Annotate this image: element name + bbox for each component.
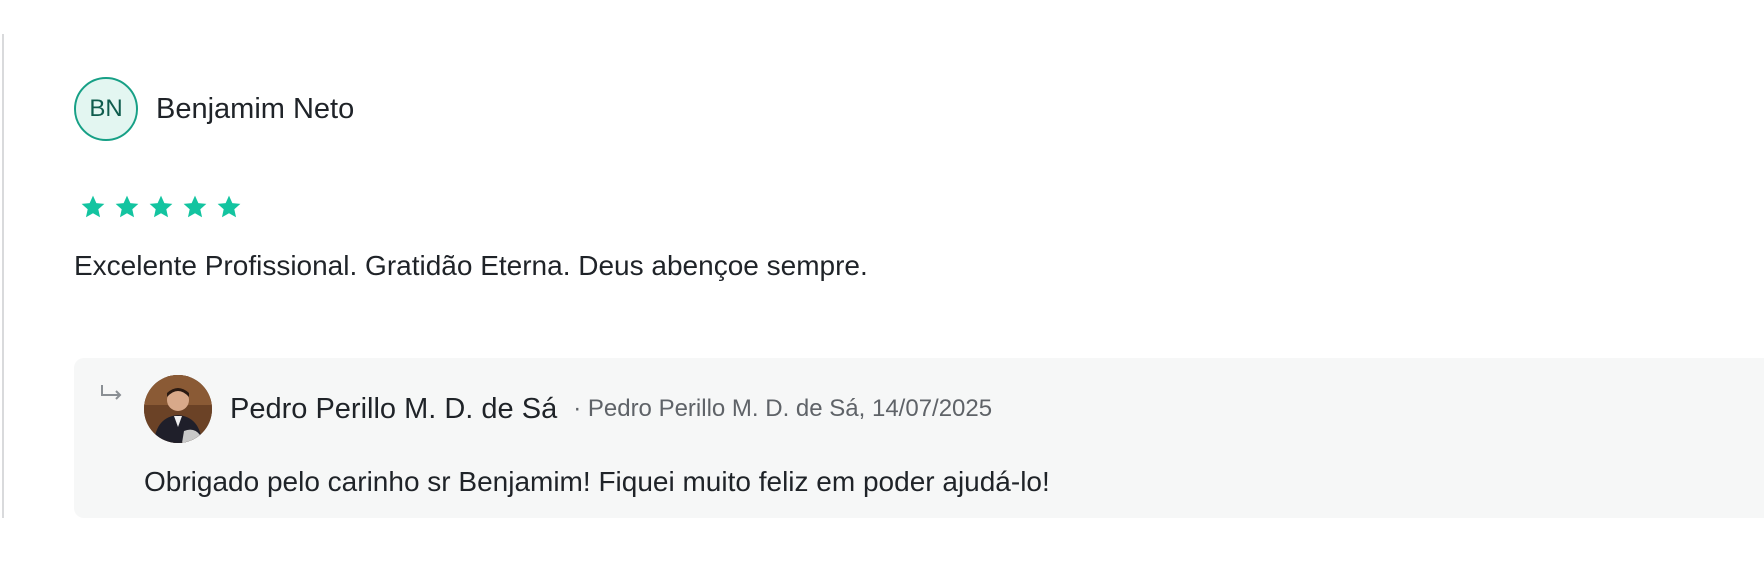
review-text: Excelente Profissional. Gratidão Eterna.… [74,250,868,281]
reply-text: Obrigado pelo carinho sr Benjamim! Fique… [144,466,1050,497]
star-icon [182,194,208,220]
star-icon [80,194,106,220]
star-rating [80,194,242,220]
reply-header: Pedro Perillo M. D. de Sá · Pedro Perill… [144,374,992,444]
reviewer-header: BN Benjamim Neto [74,75,354,143]
reviewer-avatar: BN [74,77,138,141]
reviewer-name: Benjamim Neto [156,92,355,125]
reply-author-avatar [144,375,212,443]
review-card: BN Benjamim Neto Excelente Profissional.… [2,34,1764,518]
reply-arrow-icon [100,384,124,402]
reply-meta: · Pedro Perillo M. D. de Sá, 14/07/2025 [573,395,993,422]
star-icon [148,194,174,220]
reply-box: Pedro Perillo M. D. de Sá · Pedro Perill… [74,358,1764,518]
star-icon [216,194,242,220]
reply-author-name: Pedro Perillo M. D. de Sá [230,392,558,425]
star-icon [114,194,140,220]
